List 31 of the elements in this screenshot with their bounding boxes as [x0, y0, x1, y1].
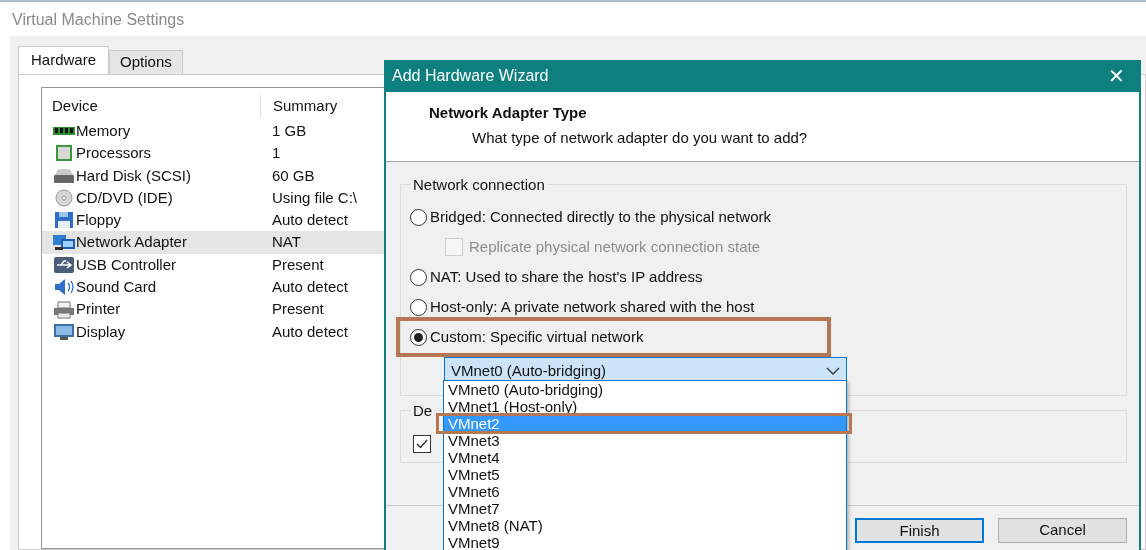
window-title: Virtual Machine Settings — [12, 11, 185, 28]
column-header: Summary — [260, 94, 338, 118]
device-name: Memory — [76, 120, 131, 141]
device-summary: NAT — [272, 232, 301, 253]
device-name: Display — [76, 321, 126, 342]
option-label: Host-only: A private network shared with the host — [430, 296, 755, 317]
device-summary: Auto detect — [272, 210, 348, 231]
option-label: Replicate physical network connection state — [469, 236, 760, 257]
device-summary: Auto detect — [272, 321, 348, 342]
device-summary: 60 GB — [272, 165, 315, 186]
device-summary: Present — [272, 299, 324, 320]
dialog-title: Add Hardware Wizard — [392, 66, 549, 86]
device-name: Network Adapter — [76, 232, 187, 253]
device-summary: 1 — [272, 143, 281, 164]
device-summary: Using file C:\ — [272, 187, 358, 208]
device-name: Hard Disk (SCSI) — [76, 165, 191, 186]
device-name: Processors — [76, 143, 152, 164]
page-description: What type of network adapter do you want to add? — [471, 127, 809, 148]
device-name: Printer — [76, 299, 121, 320]
page-heading: Network Adapter Type — [429, 103, 588, 123]
option-label: Custom: Specific virtual network — [430, 326, 644, 347]
device-name: USB Controller — [76, 254, 177, 275]
device-summary: 1 GB — [272, 120, 307, 141]
option-label: Bridged: Connected directly to the physical network — [430, 206, 771, 227]
device-summary: Present — [272, 254, 324, 275]
column-header: Device — [51, 95, 99, 116]
device-name: Sound Card — [76, 277, 157, 297]
option-label: NAT: Used to share the host's IP address — [430, 266, 703, 287]
device-name: CD/DVD (IDE) — [76, 187, 173, 208]
device-name: Floppy — [76, 210, 122, 231]
device-summary: Auto detect — [272, 277, 348, 297]
